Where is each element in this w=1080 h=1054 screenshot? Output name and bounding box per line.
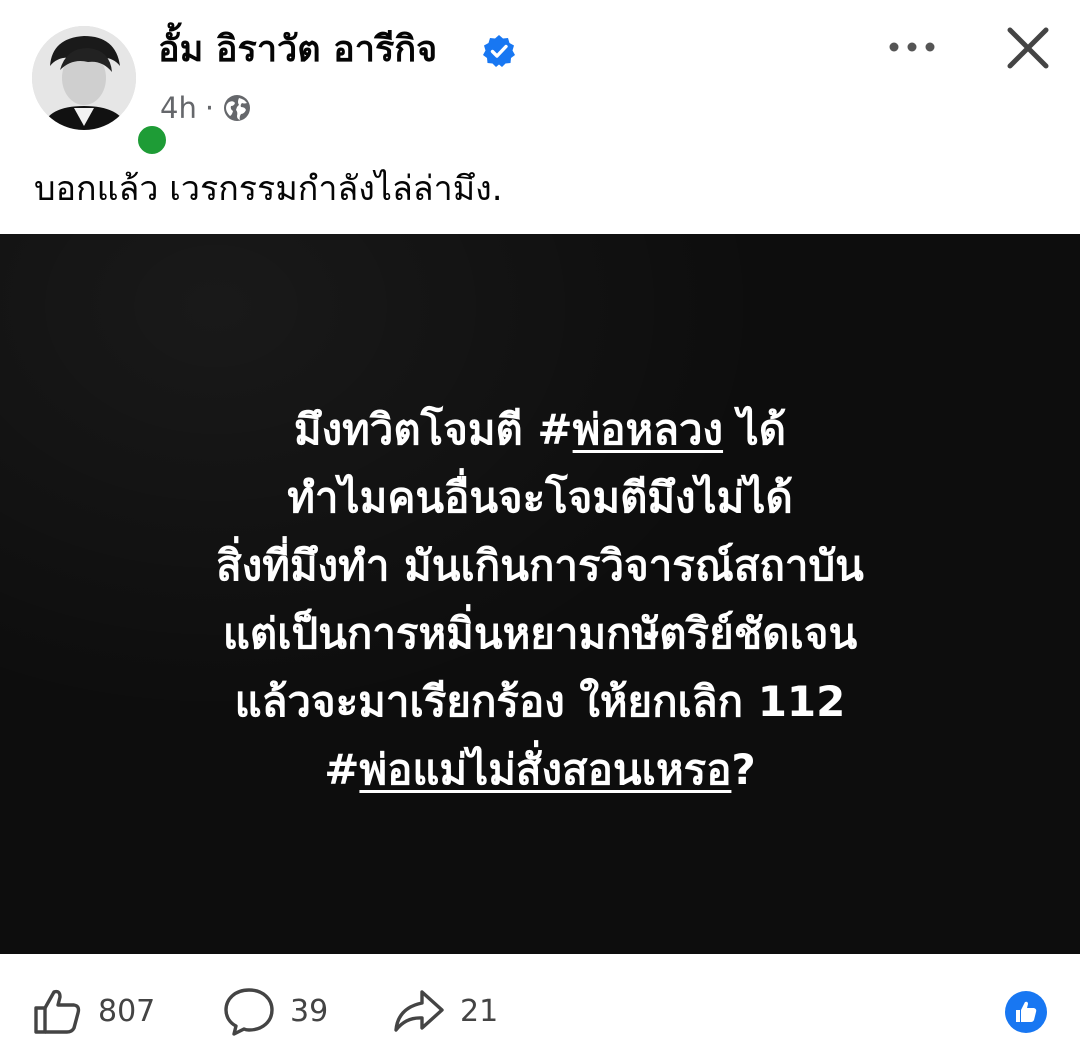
quote-line-3: สิ่งที่มึงทำ มันเกินการวิจารณ์สถาบัน bbox=[216, 541, 864, 590]
image-quote-text: มึงทวิตโจมตี #พ่อหลวง ได้ ทำไมคนอื่นจะโจ… bbox=[0, 396, 1080, 804]
quote-line-6-hash: # bbox=[324, 745, 360, 794]
quote-line-1: มึงทวิตโจมตี #พ่อหลวง ได้ bbox=[0, 396, 1080, 464]
quote-line-1-end: ได้ bbox=[723, 405, 787, 454]
share-arrow-icon bbox=[394, 990, 444, 1032]
thumbs-up-icon bbox=[34, 989, 81, 1034]
globe-icon bbox=[224, 95, 251, 121]
quote-line-6-end: ? bbox=[731, 745, 756, 794]
post-header: อั้ม อิราวัต อารีกิจ 4h · bbox=[0, 0, 1080, 158]
post-time[interactable]: 4h bbox=[160, 91, 197, 125]
like-count: 807 bbox=[98, 993, 156, 1029]
quote-line-5: แล้วจะมาเรียกร้อง ให้ยกเลิก 112 bbox=[234, 677, 846, 726]
verified-badge-icon bbox=[483, 35, 515, 67]
comment-bubble-icon bbox=[224, 988, 274, 1036]
like-reaction-icon[interactable] bbox=[1004, 990, 1048, 1034]
comment-button[interactable]: 39 bbox=[222, 986, 328, 1036]
post-image[interactable]: มึงทวิตโจมตี #พ่อหลวง ได้ ทำไมคนอื่นจะโจ… bbox=[0, 234, 1080, 954]
author-avatar[interactable] bbox=[32, 26, 170, 158]
hashtag-por-luang: พ่อหลวง bbox=[572, 405, 724, 454]
quote-line-4: แต่เป็นการหมิ่นหยามกษัตริย์ชัดเจน bbox=[222, 609, 858, 658]
post-meta: 4h · bbox=[160, 88, 252, 128]
share-button[interactable]: 21 bbox=[392, 986, 498, 1036]
comment-count: 39 bbox=[290, 993, 329, 1029]
post-caption: บอกแล้ว เวรกรรมกำลังไล่ล่ามึง. bbox=[34, 169, 503, 209]
close-icon[interactable] bbox=[1002, 22, 1054, 74]
action-bar: 807 39 21 bbox=[0, 966, 1080, 1054]
hashtag-por-mae: พ่อแม่ไม่สั่งสอนเหรอ bbox=[359, 745, 732, 794]
share-count: 21 bbox=[460, 993, 499, 1029]
like-button[interactable]: 807 bbox=[32, 986, 155, 1036]
more-horizontal-icon[interactable] bbox=[884, 30, 940, 64]
quote-line-6: #พ่อแม่ไม่สั่งสอนเหรอ? bbox=[0, 736, 1080, 804]
author-name[interactable]: อั้ม อิราวัต อารีกิจ bbox=[158, 28, 437, 72]
meta-separator: · bbox=[204, 91, 215, 125]
quote-line-1-start: มึงทวิตโจมตี # bbox=[293, 405, 573, 454]
avatar-image[interactable] bbox=[32, 26, 136, 130]
quote-line-2: ทำไมคนอื่นจะโจมตีมึงไม่ได้ bbox=[287, 473, 793, 522]
